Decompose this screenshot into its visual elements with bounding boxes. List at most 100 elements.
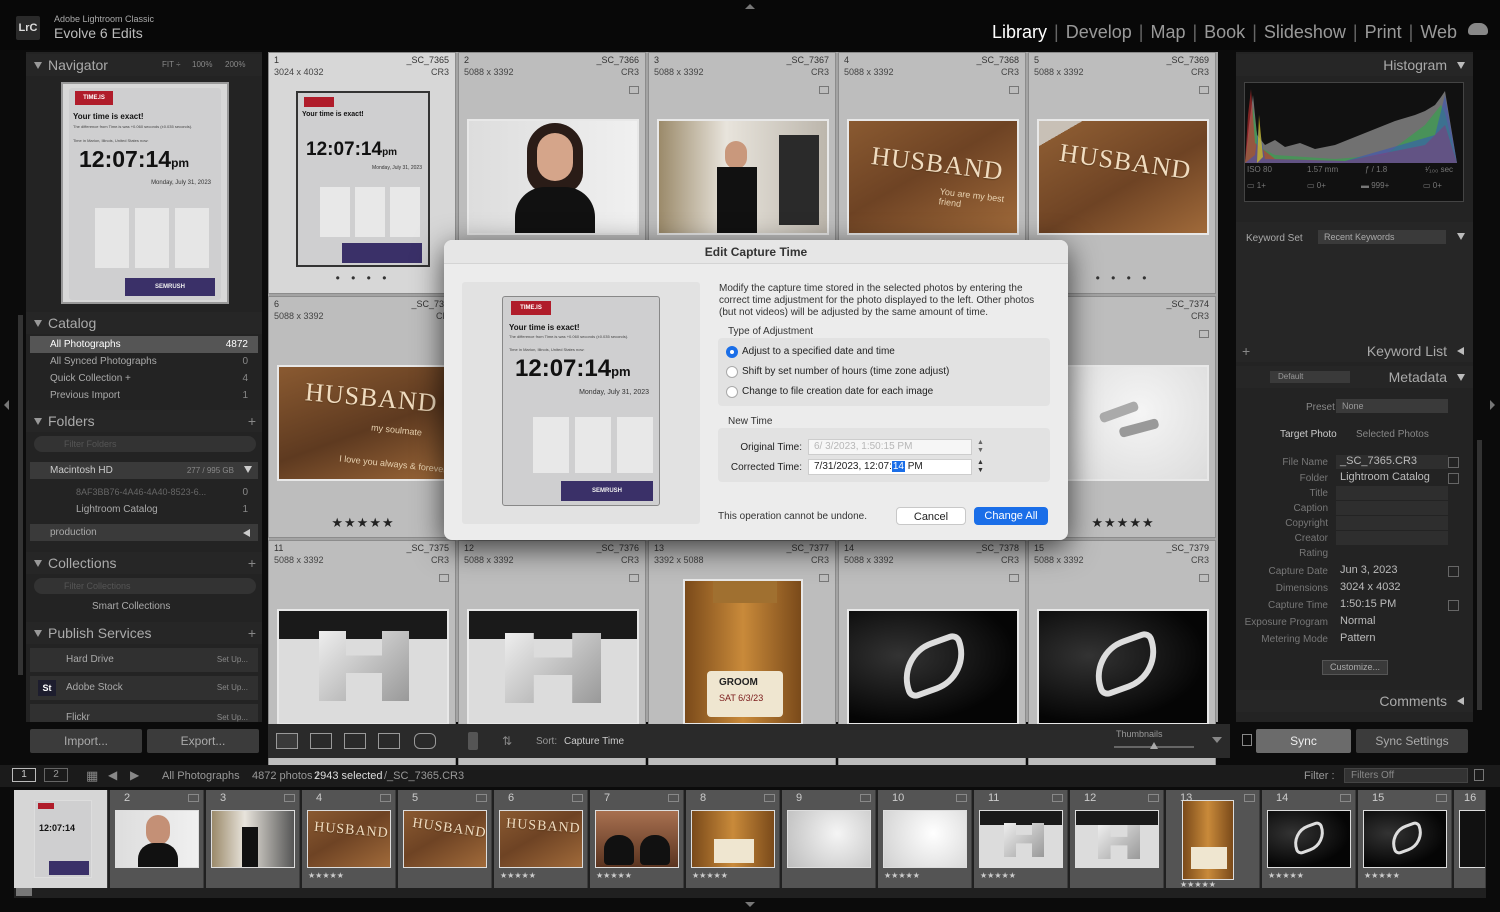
catalog-item-synced[interactable]: All Synced Photographs 0 bbox=[30, 353, 258, 370]
zoom-100[interactable]: 100% bbox=[192, 54, 212, 76]
volume-production[interactable]: production bbox=[30, 524, 258, 541]
film-cell-15[interactable]: 15 ★★★★★ bbox=[1358, 790, 1452, 888]
volume-macintosh-hd[interactable]: Macintosh HD 277 / 995 GB bbox=[30, 462, 258, 479]
film-cell-7[interactable]: 7 ★★★★★ bbox=[590, 790, 684, 888]
corrected-time-stepper[interactable]: ▲ ▼ bbox=[976, 459, 985, 475]
customize-button[interactable]: Customize... bbox=[1322, 660, 1388, 675]
module-slideshow[interactable]: Slideshow bbox=[1257, 22, 1353, 43]
smart-collections-item[interactable]: Smart Collections bbox=[30, 598, 258, 615]
keyword-list-header[interactable]: + Keyword List bbox=[1236, 340, 1473, 362]
cancel-button[interactable]: Cancel bbox=[896, 507, 966, 525]
loupe-view-icon[interactable] bbox=[310, 733, 332, 749]
film-cell-1[interactable]: 12:07:14 bbox=[14, 790, 108, 888]
capture-time-icon[interactable] bbox=[1448, 600, 1459, 611]
left-panel-scrollbar[interactable] bbox=[18, 315, 23, 675]
module-map[interactable]: Map bbox=[1143, 22, 1192, 43]
filmstrip-scrollbar[interactable] bbox=[16, 888, 32, 896]
go-to-folder-icon[interactable] bbox=[1448, 473, 1459, 484]
film-cell-11[interactable]: 11 ★★★★★ bbox=[974, 790, 1068, 888]
zoom-fit[interactable]: FIT ÷ bbox=[162, 54, 180, 76]
module-develop[interactable]: Develop bbox=[1059, 22, 1139, 43]
module-library[interactable]: Library bbox=[985, 22, 1054, 43]
tab-target-photo[interactable]: Target Photo bbox=[1280, 429, 1337, 440]
catalog-header[interactable]: Catalog bbox=[26, 312, 262, 334]
sort-direction-icon[interactable]: ⇅ bbox=[502, 734, 512, 748]
film-cell-2[interactable]: 2 bbox=[110, 790, 204, 888]
film-cell-8[interactable]: 8 ★★★★★ bbox=[686, 790, 780, 888]
tab-selected-photos[interactable]: Selected Photos bbox=[1356, 429, 1429, 440]
catalog-item-previous-import[interactable]: Previous Import 1 bbox=[30, 387, 258, 404]
grid-icon[interactable]: ▦ bbox=[86, 768, 98, 784]
catalog-item-quick-collection[interactable]: Quick Collection +4 bbox=[30, 370, 258, 387]
folders-header[interactable]: Folders + bbox=[26, 410, 262, 432]
metadata-preset-select[interactable]: Default bbox=[1270, 371, 1350, 383]
grid-view-icon[interactable] bbox=[276, 733, 298, 749]
radio-adjust-label[interactable]: Adjust to a specified date and time bbox=[742, 346, 895, 357]
capture-date-icon[interactable] bbox=[1448, 566, 1459, 577]
grid-cell-6[interactable]: 6 5088 x 3392 _SC_737 CR HUSBAND my soulmate… bbox=[268, 296, 456, 538]
film-cell-10[interactable]: 10 ★★★★★ bbox=[878, 790, 972, 888]
radio-shift-hours[interactable] bbox=[726, 366, 738, 378]
film-cell-16[interactable]: 16 bbox=[1454, 790, 1486, 888]
change-all-button[interactable]: Change All bbox=[974, 507, 1048, 525]
filter-select[interactable]: Filters Off bbox=[1344, 768, 1468, 783]
people-view-icon[interactable] bbox=[414, 733, 436, 749]
title-field[interactable] bbox=[1336, 486, 1448, 500]
publish-hard-drive[interactable]: Hard Drive Set Up... bbox=[30, 648, 258, 672]
collections-header[interactable]: Collections + bbox=[26, 552, 262, 574]
module-book[interactable]: Book bbox=[1197, 22, 1252, 43]
film-cell-14[interactable]: 14 ★★★★★ bbox=[1262, 790, 1356, 888]
caption-field[interactable] bbox=[1336, 501, 1448, 515]
source-label[interactable]: All Photographs bbox=[162, 770, 240, 782]
navigator-header[interactable]: Navigator FIT ÷ 100% 200% bbox=[26, 54, 262, 76]
collapse-bottom-arrow-icon[interactable] bbox=[745, 902, 755, 907]
zoom-200[interactable]: 200% bbox=[225, 54, 245, 76]
folder-item-lightroom-catalog[interactable]: Lightroom Catalog 1 bbox=[30, 501, 258, 518]
metadata-header[interactable]: Default Metadata bbox=[1236, 366, 1473, 388]
forward-arrow-icon[interactable]: ▶ bbox=[130, 768, 139, 782]
radio-file-creation[interactable] bbox=[726, 386, 738, 398]
film-cell-5[interactable]: 5 HUSBAND bbox=[398, 790, 492, 888]
film-cell-4[interactable]: 4 HUSBAND ★★★★★ bbox=[302, 790, 396, 888]
grid-cell-1[interactable]: 1 3024 x 4032 _SC_7365 CR3 Your time is exa… bbox=[268, 52, 456, 294]
histogram-chart[interactable]: ISO 80 1.57 mm ƒ / 1.8 ¹⁄₁₀₀ sec ▭ 1+ ▭ … bbox=[1244, 82, 1464, 202]
rename-icon[interactable] bbox=[1448, 457, 1459, 468]
main-screen-button[interactable]: 1 bbox=[12, 768, 36, 782]
right-panel-scrollbar[interactable] bbox=[1477, 440, 1482, 710]
publish-flickr[interactable]: Flickr Set Up... bbox=[30, 704, 258, 722]
film-cell-9[interactable]: 9 bbox=[782, 790, 876, 888]
comments-header[interactable]: Comments bbox=[1236, 690, 1473, 712]
collapse-right-arrow-icon[interactable] bbox=[1490, 400, 1495, 410]
preset-select[interactable]: None bbox=[1336, 399, 1448, 413]
publish-adobe-stock[interactable]: St Adobe Stock Set Up... bbox=[30, 676, 258, 700]
sync-button[interactable]: Sync bbox=[1256, 729, 1351, 753]
cloud-sync-icon[interactable] bbox=[1468, 23, 1488, 35]
file-name-field[interactable]: _SC_7365.CR3 bbox=[1336, 455, 1448, 469]
sync-settings-button[interactable]: Sync Settings bbox=[1356, 729, 1468, 753]
radio-shift-label[interactable]: Shift by set number of hours (time zone … bbox=[742, 366, 949, 377]
folders-search-input[interactable]: Filter Folders bbox=[34, 436, 256, 452]
keyword-set-toggle-icon[interactable] bbox=[1457, 233, 1465, 240]
corrected-time-field[interactable]: 7/31/2023, 12:07:14 PM bbox=[808, 459, 972, 475]
histogram-header[interactable]: Histogram bbox=[1236, 54, 1473, 76]
rating-stars[interactable]: ★★★★★ bbox=[269, 515, 457, 531]
spray-can-icon[interactable] bbox=[468, 732, 478, 750]
volume2-expand-icon[interactable] bbox=[243, 529, 250, 537]
film-cell-6[interactable]: 6 HUSBAND ★★★★★ bbox=[494, 790, 588, 888]
toolbar-menu-icon[interactable] bbox=[1212, 737, 1222, 743]
navigator-preview[interactable]: TIME.IS Your time is exact! The differen… bbox=[61, 82, 229, 304]
survey-view-icon[interactable] bbox=[378, 733, 400, 749]
collapse-left-arrow-icon[interactable] bbox=[4, 400, 9, 410]
keyword-set-select[interactable]: Recent Keywords bbox=[1318, 230, 1446, 244]
folder-item-uuid[interactable]: 8AF3BB76-4A46-4A40-8523-6... 0 bbox=[30, 484, 258, 501]
creator-field[interactable] bbox=[1336, 531, 1448, 545]
slider-thumb-icon[interactable] bbox=[1150, 742, 1158, 749]
collapse-top-arrow-icon[interactable] bbox=[745, 4, 755, 9]
auto-sync-toggle[interactable] bbox=[1242, 734, 1252, 746]
export-button[interactable]: Export... bbox=[147, 729, 259, 753]
module-print[interactable]: Print bbox=[1358, 22, 1409, 43]
filter-lock-icon[interactable] bbox=[1474, 769, 1484, 781]
volume-dropdown-icon[interactable] bbox=[244, 466, 252, 473]
add-keyword-icon[interactable]: + bbox=[1242, 340, 1250, 362]
add-collection-icon[interactable]: + bbox=[248, 552, 256, 574]
